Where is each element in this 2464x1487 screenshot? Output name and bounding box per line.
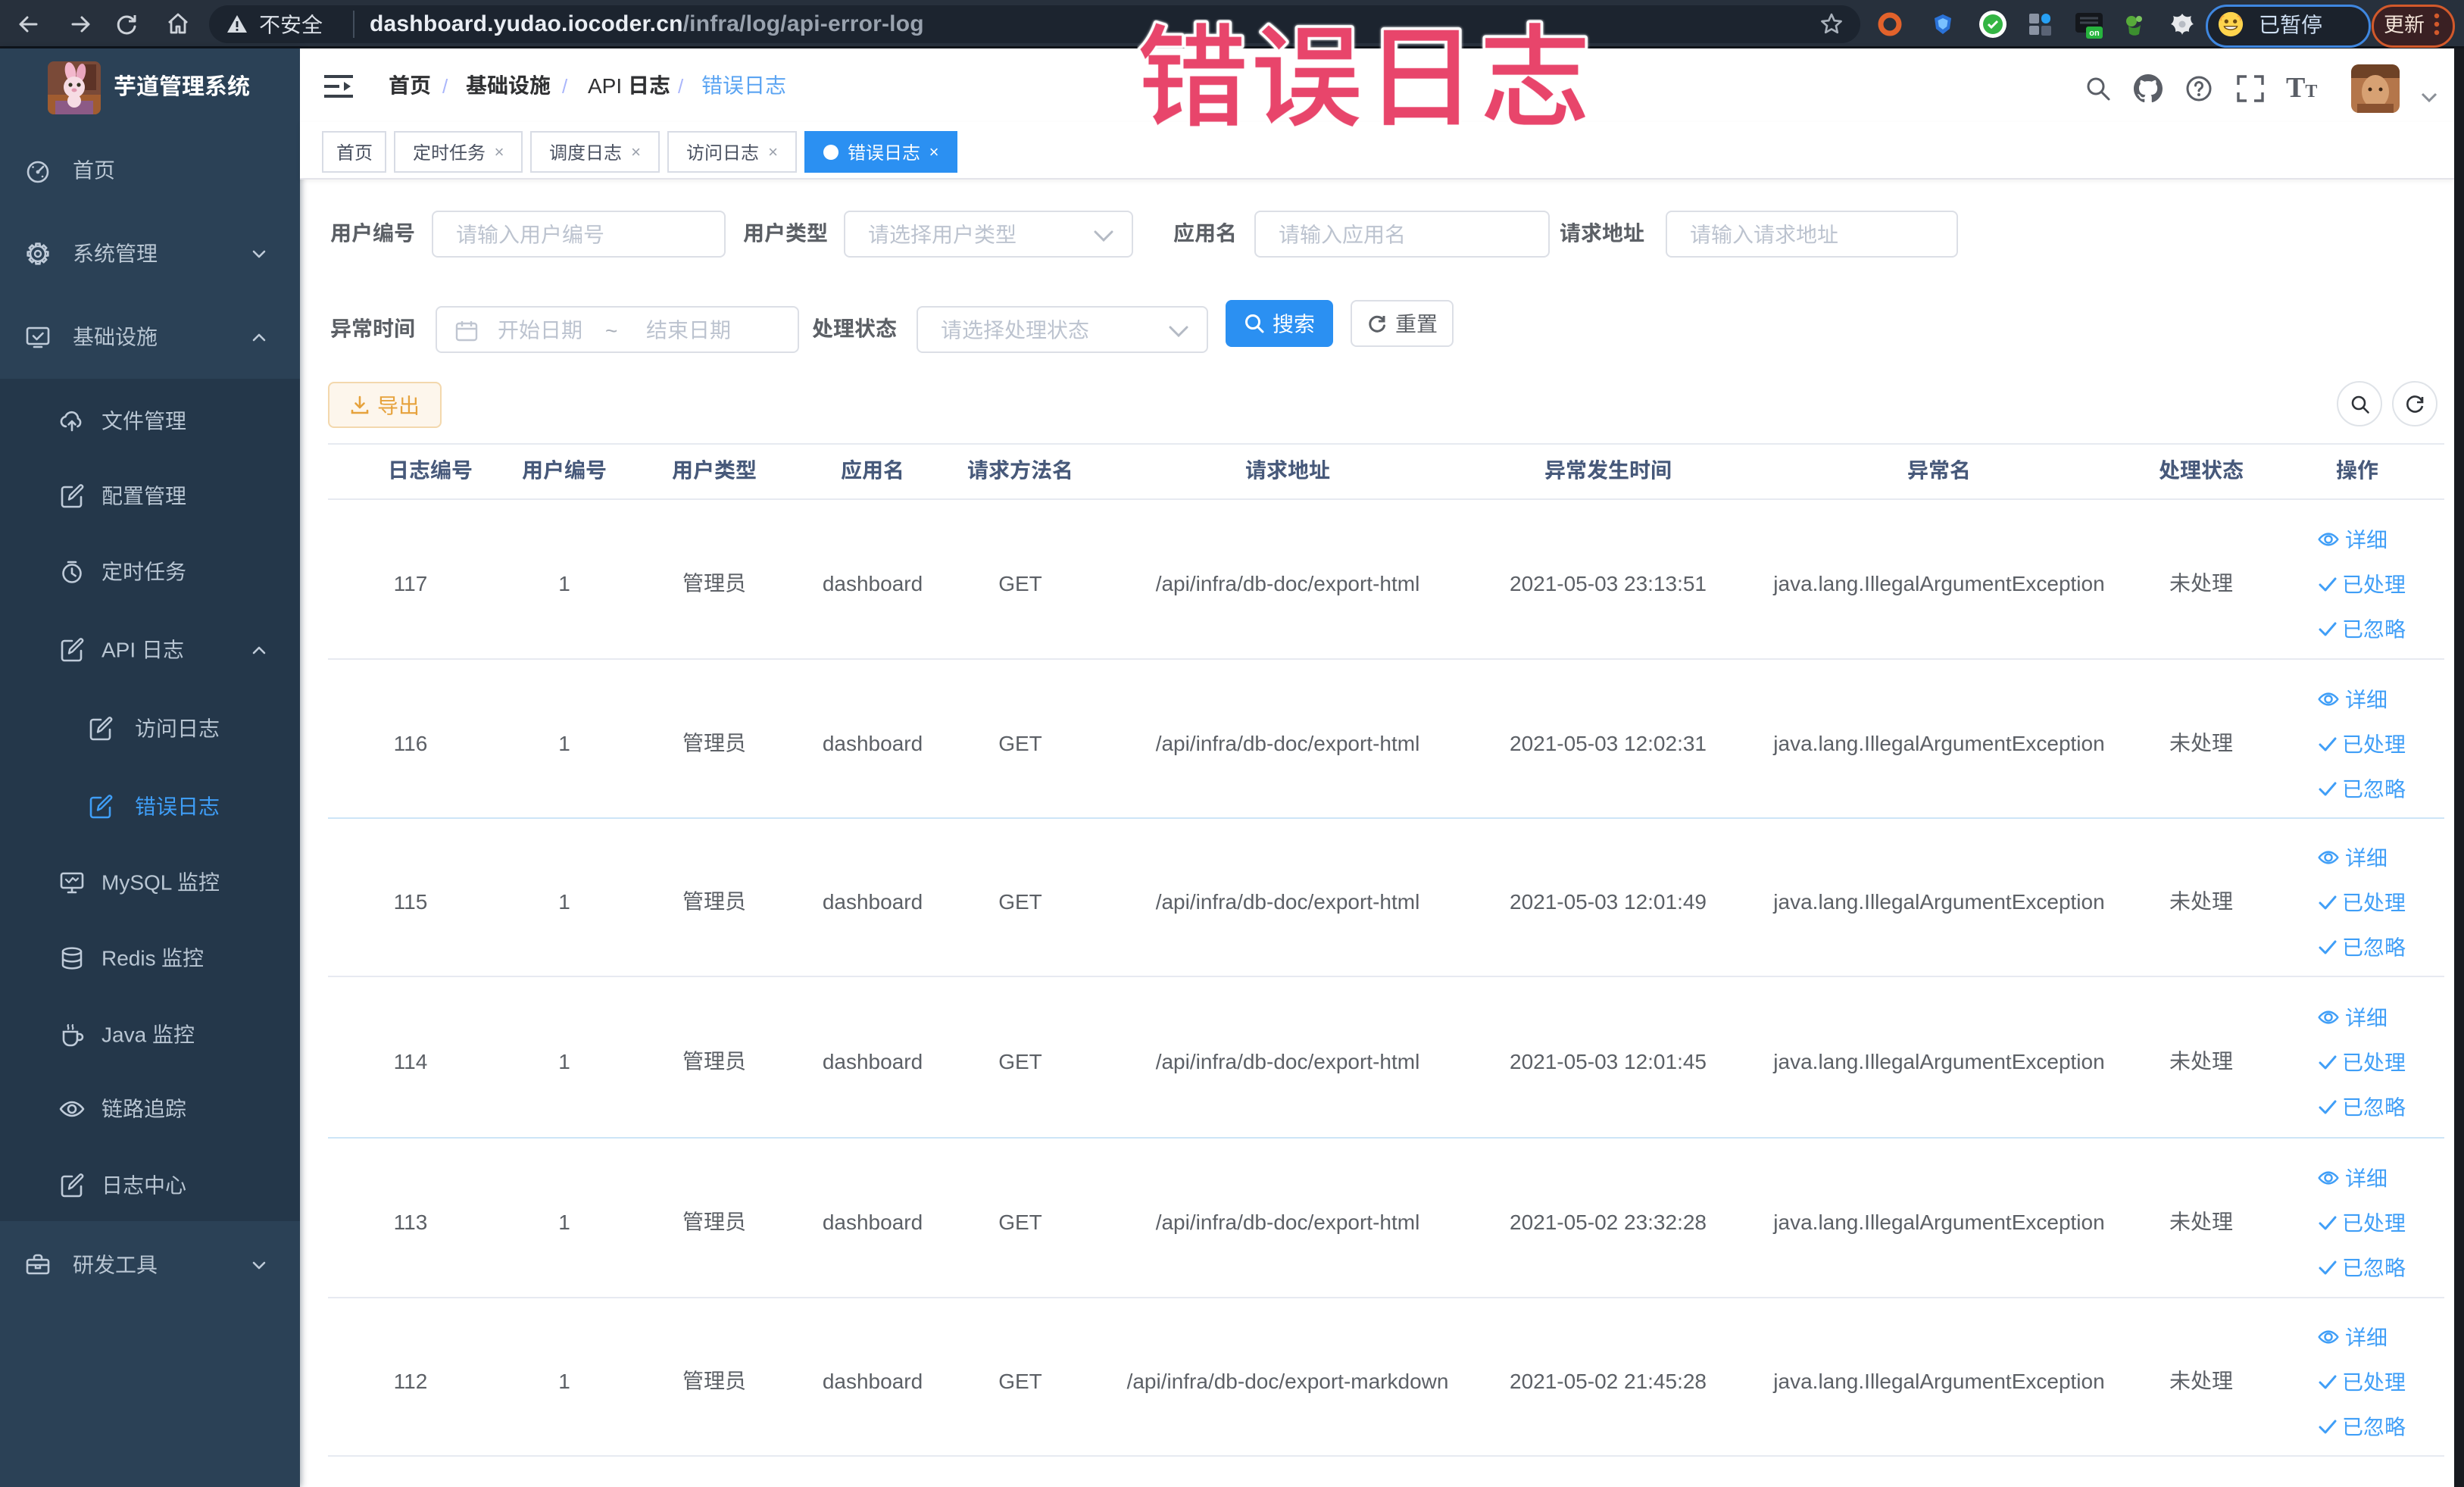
svg-text:on: on — [2089, 29, 2100, 38]
